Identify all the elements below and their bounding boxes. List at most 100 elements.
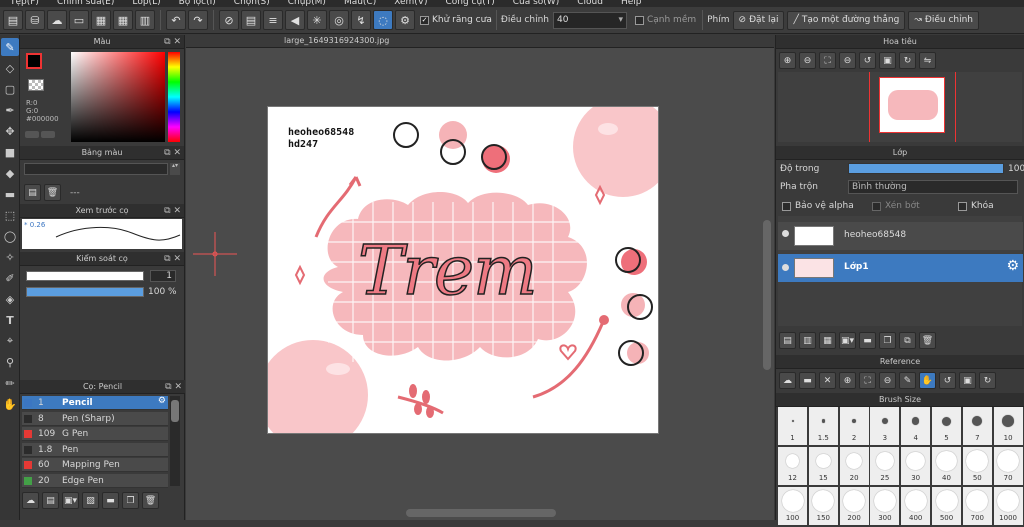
brush-settings-icon[interactable]: ⚙ — [158, 396, 166, 406]
size-slider[interactable] — [26, 271, 144, 281]
add-brush-icon[interactable]: ▤ — [42, 492, 59, 509]
brush-size-cell[interactable]: 1.5 — [808, 407, 838, 445]
checkbox-box[interactable] — [958, 201, 967, 211]
open-ref-icon[interactable]: ▬ — [799, 372, 816, 389]
ref-rotate-left-icon[interactable]: ↺ — [939, 372, 956, 389]
new-layer-menu-icon[interactable]: ▣▾ — [839, 332, 856, 349]
cloud-upload-icon[interactable]: ☁ — [779, 372, 796, 389]
checkbox-box[interactable] — [634, 15, 644, 25]
rotate-left-icon[interactable]: ↺ — [859, 52, 876, 69]
brush-size-cell[interactable]: 200 — [839, 487, 869, 525]
delete-layer-icon[interactable]: 🗑 — [919, 332, 936, 349]
dropper-icon[interactable]: ✏ — [1, 374, 19, 392]
new-layer-1bit-icon[interactable]: ▦ — [819, 332, 836, 349]
pen-tool-icon[interactable]: ✒ — [1, 101, 19, 119]
eyedropper-icon[interactable]: ⚲ — [1, 353, 19, 371]
redo-icon[interactable]: ↷ — [188, 10, 208, 30]
layer-settings-icon[interactable]: ⚙ — [1006, 258, 1019, 274]
copy-brush-icon[interactable]: ▧ — [82, 492, 99, 509]
magic-wand-icon[interactable]: ✧ — [1, 248, 19, 266]
palette-scroll[interactable]: ▴▾ — [170, 163, 180, 175]
opacity-slider[interactable] — [26, 287, 144, 297]
rotate-right-icon[interactable]: ↻ — [899, 52, 916, 69]
cloud-icon[interactable]: ☁ — [47, 10, 67, 30]
checkbox-box[interactable] — [872, 201, 881, 211]
brush-list-item[interactable]: 1 Pencil ⚙ — [22, 396, 168, 410]
brush-list-item[interactable]: 109 G Pen — [22, 427, 168, 441]
menu-item[interactable]: Tệp(F) — [10, 0, 39, 7]
menu-item[interactable]: Chụp(M) — [288, 0, 326, 7]
zoom-out-icon[interactable]: ⊖ — [799, 52, 816, 69]
brush-size-cell[interactable]: 12 — [778, 447, 807, 485]
ref-zoom-in-icon[interactable]: ⊕ — [839, 372, 856, 389]
grid-icon[interactable]: ▦ — [113, 10, 133, 30]
brush-size-cell[interactable]: 3 — [870, 407, 900, 445]
menu-item[interactable]: Lớp(L) — [132, 0, 160, 7]
brush-size-cell[interactable]: 15 — [808, 447, 838, 485]
layer-row[interactable]: heoheo68548 — [778, 222, 1023, 250]
chip-icon[interactable] — [41, 131, 55, 138]
menu-item[interactable]: Cloud — [577, 0, 603, 7]
brush-size-cell[interactable]: 4 — [901, 407, 931, 445]
rect-select-icon[interactable]: ⬚ — [1, 206, 19, 224]
zoom-in-icon[interactable]: ⊕ — [779, 52, 796, 69]
brush-size-cell[interactable]: 20 — [839, 447, 869, 485]
lock-checkbox[interactable]: Khóa — [958, 201, 994, 211]
artwork-canvas[interactable]: heoheo68548 hd247 Trem — [267, 106, 659, 434]
text-tool-icon[interactable]: T — [1, 311, 19, 329]
brush-size-cell[interactable]: 2 — [839, 407, 869, 445]
visibility-icon[interactable] — [782, 264, 789, 271]
brush-list-scrollbar[interactable] — [170, 396, 180, 486]
brush-size-cell[interactable]: 150 — [808, 487, 838, 525]
brush-size-cell[interactable]: 50 — [962, 447, 992, 485]
brush-size-cell[interactable]: 25 — [870, 447, 900, 485]
brush-menu-icon[interactable]: ▣▾ — [62, 492, 79, 509]
size-value[interactable]: 1 — [150, 270, 176, 282]
brush-size-cell[interactable]: 400 — [901, 487, 931, 525]
bucket-tool-icon[interactable]: ◆ — [1, 164, 19, 182]
ref-fit-icon[interactable]: ⛶ — [859, 372, 876, 389]
undo-icon[interactable]: ↶ — [166, 10, 186, 30]
adjust-button[interactable]: ↝ Điều chỉnh — [908, 10, 980, 30]
divide-tool-icon[interactable]: ⌖ — [1, 332, 19, 350]
settings-icon[interactable]: ⚙ — [395, 10, 415, 30]
panel-close-icon[interactable]: ⧉ ✕ — [164, 35, 181, 49]
reset-button[interactable]: ⊘ Đặt lại — [732, 10, 785, 30]
layer-opacity-slider[interactable] — [848, 163, 1004, 174]
document-icon[interactable]: ▦ — [91, 10, 111, 30]
deselect-icon[interactable]: ⊘ — [219, 10, 239, 30]
ref-reset-icon[interactable]: ▣ — [959, 372, 976, 389]
fit-icon[interactable]: ⛶ — [819, 52, 836, 69]
open-folder-icon[interactable]: ⛁ — [25, 10, 45, 30]
brush-size-cell[interactable]: 70 — [993, 447, 1023, 485]
menu-item[interactable]: Chọn(S) — [234, 0, 270, 7]
adjust-select[interactable]: 40 — [552, 11, 627, 29]
panel-icon[interactable]: ▥ — [135, 10, 155, 30]
delete-brush-icon[interactable]: 🗑 — [142, 492, 159, 509]
panel-close-icon[interactable]: ⧉ ✕ — [164, 204, 181, 218]
palette-strip[interactable] — [24, 163, 168, 175]
ref-rotate-right-icon[interactable]: ↻ — [979, 372, 996, 389]
ref-zoom-out-icon[interactable]: ⊖ — [879, 372, 896, 389]
brush-size-cell[interactable]: 700 — [962, 487, 992, 525]
fill-rect-icon[interactable]: ■ — [1, 143, 19, 161]
brush-size-cell[interactable]: 30 — [901, 447, 931, 485]
menu-item[interactable]: Help — [621, 0, 642, 7]
perspective-icon[interactable]: ◀ — [285, 10, 305, 30]
clipping-checkbox[interactable]: Xén bớt — [872, 201, 920, 211]
eraser-tool-icon[interactable]: ◇ — [1, 59, 19, 77]
antialias-checkbox[interactable]: ✓ Khử răng cưa — [420, 15, 492, 25]
menu-item[interactable]: Xem(V) — [394, 0, 427, 7]
new-file-icon[interactable]: ▤ — [3, 10, 23, 30]
comment-icon[interactable]: ▭ — [69, 10, 89, 30]
new-layer-icon[interactable]: ▤ — [779, 332, 796, 349]
brush-size-cell[interactable]: 300 — [870, 487, 900, 525]
navigator-preview[interactable] — [778, 72, 1022, 142]
hue-bar[interactable] — [168, 52, 180, 142]
brush-size-cell[interactable]: 10 — [993, 407, 1023, 445]
panel-close-icon[interactable]: ⧉ ✕ — [164, 252, 181, 266]
sv-square[interactable] — [71, 52, 165, 142]
menu-item[interactable]: Cửa sổ(W) — [513, 0, 559, 7]
straight-line-button[interactable]: ╱ Tạo một đường thẳng — [787, 10, 906, 30]
checkbox-box[interactable]: ✓ — [420, 15, 429, 25]
